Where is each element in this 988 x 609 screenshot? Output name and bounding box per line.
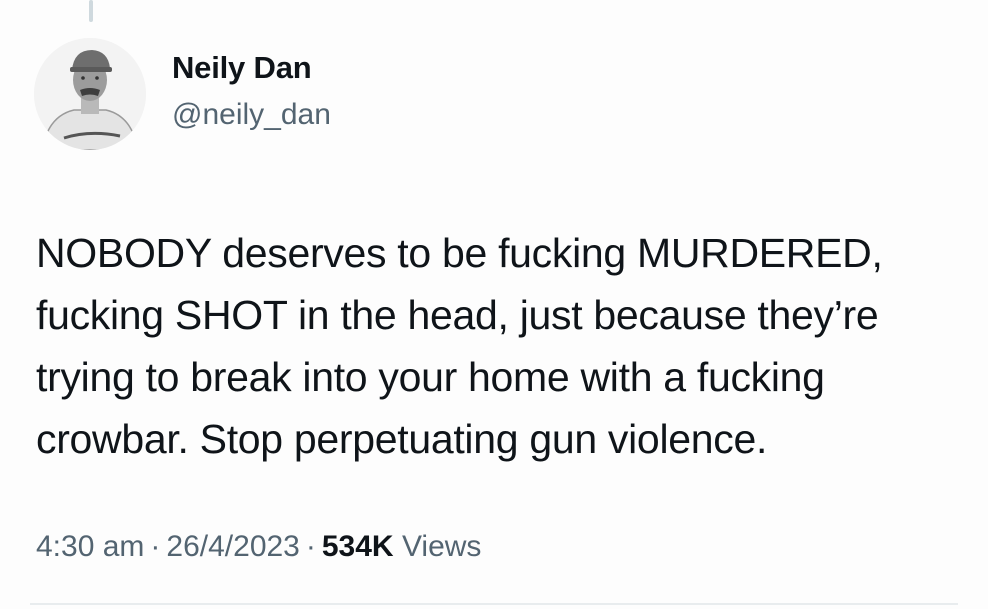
thread-connector-line [89,0,93,22]
tweet-meta: 4:30 am · 26/4/2023 · 534K Views [36,530,481,564]
views-label: Views [401,530,482,563]
meta-separator: · [305,530,316,563]
avatar[interactable] [34,38,146,150]
author-display-name[interactable]: Neily Dan [172,50,312,86]
avatar-image [34,38,146,150]
meta-separator: · [150,530,161,563]
tweet-time[interactable]: 4:30 am [36,530,144,563]
tweet-text: NOBODY deserves to be fucking MURDERED, … [36,230,883,462]
author-handle[interactable]: @neily_dan [172,98,331,132]
views-count[interactable]: 534K [322,530,394,563]
tweet-date[interactable]: 26/4/2023 [166,530,299,563]
tweet-card: Neily Dan @neily_dan NOBODY deserves to … [0,0,988,609]
divider [30,603,958,605]
